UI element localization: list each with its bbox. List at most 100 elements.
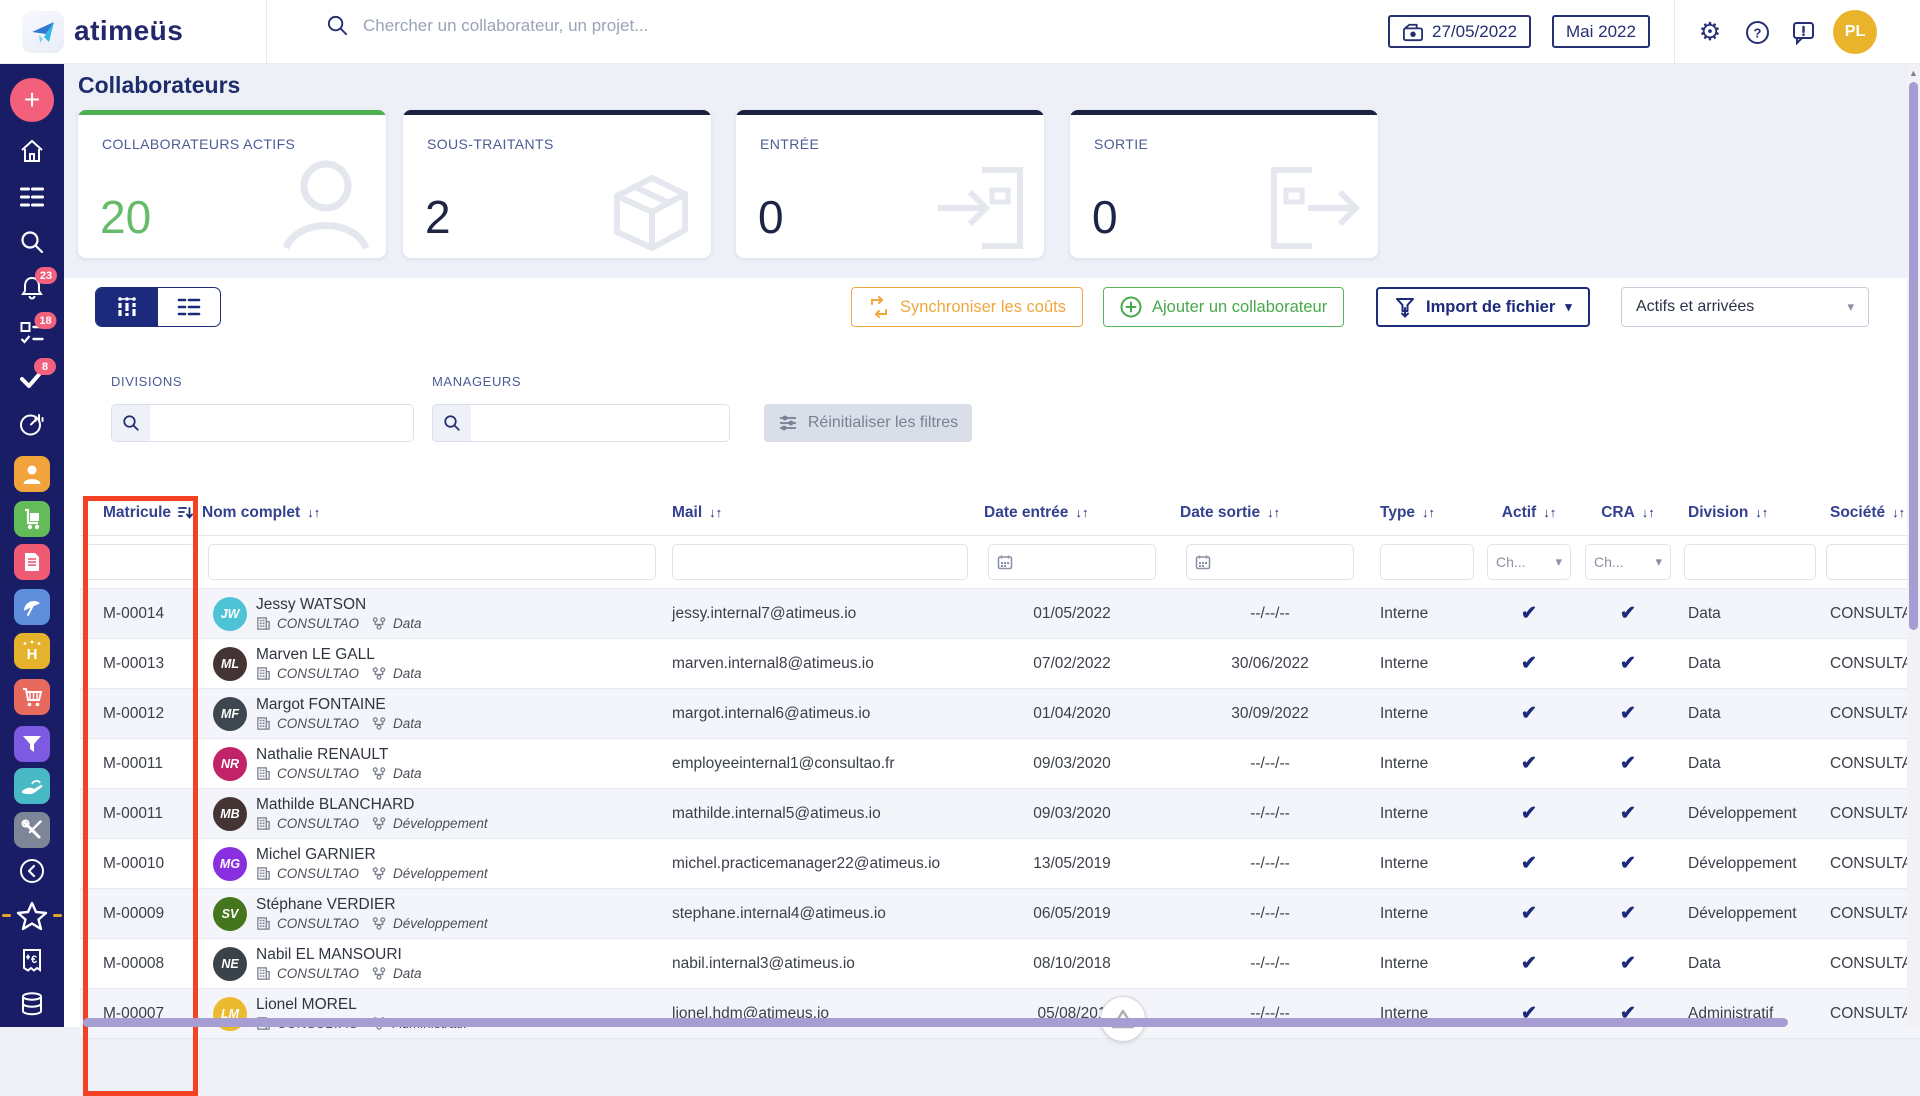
sidebar-item-menu[interactable] — [19, 185, 46, 209]
column-header-actif[interactable]: Actif ↓↑ — [1480, 504, 1578, 522]
table-row[interactable]: M-00011 MB Mathilde BLANCHARD CONSULTAO … — [80, 789, 1920, 839]
sidebar-item-database[interactable] — [19, 991, 45, 1017]
societe-cell: CONSULTAO — [1830, 654, 1920, 672]
app-logo[interactable] — [22, 11, 64, 53]
table-row[interactable]: M-00012 MF Margot FONTAINE CONSULTAO Dat… — [80, 689, 1920, 739]
sync-icon — [871, 296, 887, 318]
column-header-mail[interactable]: Mail ↓↑ — [662, 504, 974, 522]
sidebar-item-favorites[interactable] — [2, 899, 62, 935]
table-row[interactable]: M-00008 NE Nabil EL MANSOURI CONSULTAO D… — [80, 939, 1920, 989]
date-sortie-filter[interactable] — [1186, 544, 1354, 580]
org-chart-icon — [372, 667, 386, 680]
type-cell: Interne — [1380, 854, 1429, 872]
card-label: SOUS-TRAITANTS — [427, 136, 554, 152]
sidebar-item-purchases[interactable] — [14, 679, 50, 715]
sidebar-item-documents[interactable] — [14, 544, 50, 580]
org-chart-icon — [372, 817, 386, 830]
table-row[interactable]: M-00009 SV Stéphane VERDIER CONSULTAO Dé… — [80, 889, 1920, 939]
vertical-scrollbar-thumb[interactable] — [1909, 82, 1918, 630]
avatar: ML — [213, 646, 247, 681]
table-row[interactable]: M-00010 MG Michel GARNIER CONSULTAO Déve… — [80, 839, 1920, 889]
sidebar-item-invoices[interactable]: € — [20, 948, 44, 974]
column-header-date-entree[interactable]: Date entrée ↓↑ — [974, 504, 1170, 522]
sidebar-item-services[interactable] — [14, 768, 50, 804]
sidebar-item-tasks[interactable]: 18 — [19, 312, 57, 346]
sidebar-item-back[interactable] — [18, 857, 46, 885]
gear-icon: ⚙ — [1698, 17, 1722, 46]
chevron-down-icon: ▾ — [1565, 299, 1572, 314]
cra-filter-select[interactable]: Ch... ▾ — [1585, 544, 1671, 580]
type-filter-input[interactable] — [1389, 554, 1465, 570]
actif-filter-select[interactable]: Ch... ▾ — [1487, 544, 1571, 580]
actif-cell: ✔ — [1480, 752, 1578, 775]
cart-icon — [23, 688, 43, 707]
date-sortie-cell: 30/09/2022 — [1231, 704, 1309, 722]
month-picker-button[interactable]: Mai 2022 — [1552, 15, 1650, 48]
division-filter-input[interactable] — [1693, 554, 1807, 570]
add-collaborator-button[interactable]: Ajouter un collaborateur — [1103, 287, 1345, 327]
sidebar-item-hotel[interactable]: H — [14, 633, 50, 669]
matricule-cell: M-00010 — [103, 854, 165, 872]
managers-search-input[interactable] — [471, 405, 729, 441]
company-division-subline: CONSULTAO Data — [256, 666, 422, 681]
add-button[interactable]: + — [10, 78, 54, 122]
sidebar-item-reports[interactable] — [19, 411, 46, 438]
building-icon — [257, 967, 270, 980]
matricule-filter-input[interactable] — [93, 554, 187, 570]
column-header-division[interactable]: Division ↓↑ — [1678, 504, 1820, 522]
division-cell: Data — [1688, 604, 1721, 622]
horizontal-scrollbar-thumb[interactable] — [83, 1018, 1788, 1027]
table-row[interactable]: M-00013 ML Marven LE GALL CONSULTAO Data… — [80, 639, 1920, 689]
sidebar-item-tools[interactable] — [14, 812, 50, 848]
global-search[interactable] — [326, 14, 923, 37]
date-entree-filter[interactable] — [988, 544, 1156, 580]
avatar-initials: MF — [220, 706, 240, 721]
help-button[interactable]: ? — [1743, 18, 1771, 46]
sidebar-item-pipeline[interactable] — [14, 726, 50, 762]
scope-select[interactable]: Actifs et arrivées ▾ — [1621, 287, 1869, 327]
sidebar-item-absences[interactable] — [14, 589, 50, 625]
user-avatar[interactable]: PL — [1833, 10, 1877, 54]
file-import-button[interactable]: Import de fichier ▾ — [1376, 287, 1590, 327]
table-row[interactable]: M-00007 LM Lionel MOREL lionel.hdm@atime… — [80, 989, 1920, 1039]
societe-cell: CONSULTAO — [1830, 954, 1920, 972]
column-label: Société — [1830, 503, 1886, 521]
sidebar-item-search[interactable] — [19, 229, 45, 255]
avatar: SV — [213, 896, 247, 931]
column-header-type[interactable]: Type ↓↑ — [1370, 504, 1480, 522]
column-header-societe[interactable]: Société ↓↑ — [1820, 504, 1920, 522]
date-entree-cell: 09/03/2020 — [1033, 754, 1111, 772]
list-panel: Synchroniser les coûts Ajouter un collab… — [64, 278, 1920, 1039]
societe-cell: CONSULTAO — [1830, 704, 1920, 722]
mail-filter-input[interactable] — [681, 554, 959, 570]
sidebar-item-validations[interactable]: 8 — [18, 358, 56, 390]
sync-costs-button[interactable]: Synchroniser les coûts — [851, 287, 1083, 327]
list-view-button[interactable] — [158, 288, 220, 326]
plus-circle-icon — [1120, 296, 1142, 318]
table-row[interactable]: M-00011 NR Nathalie RENAULT CONSULTAO Da… — [80, 739, 1920, 789]
column-header-cra[interactable]: CRA ↓↑ — [1578, 504, 1678, 522]
search-input[interactable] — [363, 15, 923, 36]
divisions-search-input[interactable] — [150, 405, 413, 441]
date-picker-button[interactable]: 27/05/2022 — [1388, 15, 1532, 48]
column-header-date-sortie[interactable]: Date sortie ↓↑ — [1170, 504, 1370, 522]
table-row[interactable]: M-00014 JW Jessy WATSON CONSULTAO Data j… — [80, 589, 1920, 639]
column-header-nom-complet[interactable]: Nom complet ↓↑ — [202, 504, 662, 522]
search-icon — [21, 231, 44, 254]
sidebar-item-notifications[interactable]: 23 — [19, 267, 57, 301]
column-header-matricule[interactable]: Matricule — [80, 504, 202, 522]
name-filter-input[interactable] — [217, 554, 647, 570]
vertical-scrollbar[interactable]: ▲ — [1907, 64, 1920, 1027]
sidebar-item-home[interactable] — [19, 138, 45, 164]
company-division-subline: CONSULTAO Data — [256, 716, 422, 731]
feedback-button[interactable] — [1789, 18, 1817, 46]
sidebar-item-collaborators[interactable] — [14, 456, 50, 492]
column-label: Division — [1688, 503, 1749, 521]
avatar: NR — [213, 746, 247, 781]
collaborator-name: Jessy WATSON — [256, 596, 367, 613]
settings-button[interactable]: ⚙ — [1696, 18, 1724, 46]
reset-filters-button[interactable]: Réinitialiser les filtres — [764, 404, 972, 442]
sidebar-item-logistics[interactable] — [14, 501, 50, 537]
search-icon — [123, 415, 139, 431]
board-view-button[interactable] — [96, 288, 158, 326]
